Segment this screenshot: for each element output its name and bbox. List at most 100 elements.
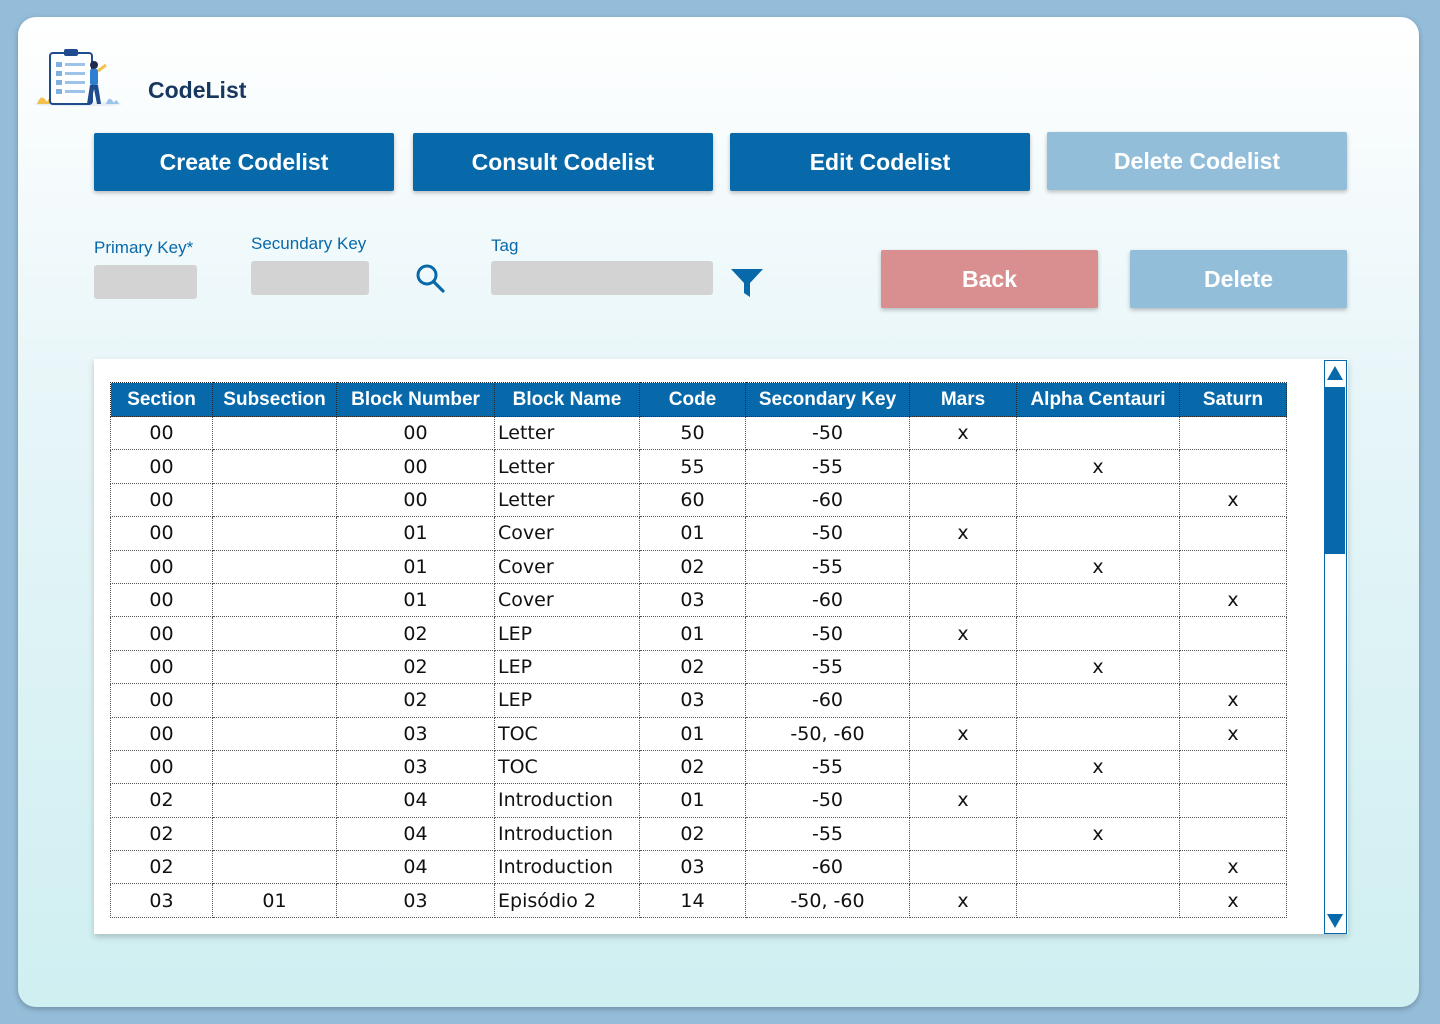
table-row[interactable]: 02 04 Introduction 02 -55 x xyxy=(110,816,1287,852)
cell-alpha-centauri xyxy=(1016,482,1180,518)
column-header-secondary-key[interactable]: Secondary Key xyxy=(745,382,910,417)
cell-alpha-centauri xyxy=(1016,883,1180,918)
column-header-block-name[interactable]: Block Name xyxy=(494,382,640,417)
column-header-mars[interactable]: Mars xyxy=(909,382,1017,417)
column-header-section[interactable]: Section xyxy=(110,382,213,417)
cell-subsection: 01 xyxy=(212,883,337,918)
table-row[interactable]: 00 01 Cover 01 -50 x xyxy=(110,516,1287,551)
cell-subsection xyxy=(212,649,337,685)
cell-mars xyxy=(909,683,1017,718)
create-codelist-button[interactable]: Create Codelist xyxy=(94,133,394,191)
delete-codelist-button[interactable]: Delete Codelist xyxy=(1047,132,1347,190)
cell-secondary-key: -55 xyxy=(745,649,910,685)
cell-subsection xyxy=(212,783,337,818)
back-button[interactable]: Back xyxy=(881,250,1098,308)
cell-alpha-centauri xyxy=(1016,783,1180,818)
cell-code: 01 xyxy=(639,716,746,751)
tag-label: Tag xyxy=(491,236,519,255)
table-body: 00 00 Letter 50 -50 x 00 00 Letter 55 -55 x 00 00 Lett… xyxy=(110,415,1287,918)
secondary-key-label: Secundary Key xyxy=(251,234,367,253)
cell-subsection xyxy=(212,449,337,484)
cell-block-number: 00 xyxy=(336,482,495,518)
cell-block-name: Letter xyxy=(494,482,640,518)
cell-mars: x xyxy=(909,415,1017,451)
cell-block-number: 00 xyxy=(336,415,495,451)
cell-mars xyxy=(909,850,1017,885)
table-row[interactable]: 00 00 Letter 55 -55 x xyxy=(110,449,1287,484)
search-icon[interactable] xyxy=(414,262,446,294)
table-header-row: Section Subsection Block Number Block Na… xyxy=(110,382,1287,417)
table-row[interactable]: 00 03 TOC 02 -55 x xyxy=(110,749,1287,785)
cell-saturn: x xyxy=(1179,683,1287,718)
cell-block-number: 02 xyxy=(336,649,495,685)
table-row[interactable]: 03 01 03 Episódio 2 14 -50, -60 x x xyxy=(110,883,1287,918)
cell-section: 00 xyxy=(110,716,213,751)
cell-block-number: 00 xyxy=(336,449,495,484)
cell-mars xyxy=(909,816,1017,852)
column-header-block-number[interactable]: Block Number xyxy=(336,382,495,417)
vertical-scrollbar[interactable] xyxy=(1324,360,1347,934)
cell-secondary-key: -50 xyxy=(745,516,910,551)
table-row[interactable]: 00 03 TOC 01 -50, -60 x x xyxy=(110,716,1287,751)
cell-secondary-key: -60 xyxy=(745,683,910,718)
cell-section: 00 xyxy=(110,749,213,785)
cell-section: 00 xyxy=(110,616,213,651)
column-header-subsection[interactable]: Subsection xyxy=(212,382,337,417)
cell-mars xyxy=(909,749,1017,785)
cell-subsection xyxy=(212,816,337,852)
cell-secondary-key: -60 xyxy=(745,482,910,518)
primary-key-input[interactable] xyxy=(94,265,197,299)
cell-saturn xyxy=(1179,415,1287,451)
cell-block-name: LEP xyxy=(494,649,640,685)
cell-block-name: Introduction xyxy=(494,783,640,818)
cell-secondary-key: -60 xyxy=(745,582,910,618)
consult-codelist-button[interactable]: Consult Codelist xyxy=(413,133,713,191)
filter-icon[interactable] xyxy=(730,267,764,299)
scroll-up-icon[interactable] xyxy=(1326,364,1344,382)
scroll-down-icon[interactable] xyxy=(1326,912,1344,930)
cell-section: 00 xyxy=(110,683,213,718)
edit-codelist-button[interactable]: Edit Codelist xyxy=(730,133,1030,191)
scroll-thumb[interactable] xyxy=(1325,387,1345,554)
cell-alpha-centauri: x xyxy=(1016,449,1180,484)
table-row[interactable]: 02 04 Introduction 03 -60 x xyxy=(110,850,1287,885)
column-header-alpha-centauri[interactable]: Alpha Centauri xyxy=(1016,382,1180,417)
table-row[interactable]: 00 02 LEP 02 -55 x xyxy=(110,649,1287,685)
clipboard-logo-icon xyxy=(34,49,122,107)
table-row[interactable]: 00 01 Cover 03 -60 x xyxy=(110,582,1287,618)
cell-saturn xyxy=(1179,816,1287,852)
column-header-code[interactable]: Code xyxy=(639,382,746,417)
column-header-saturn[interactable]: Saturn xyxy=(1179,382,1287,417)
cell-mars xyxy=(909,482,1017,518)
cell-block-name: LEP xyxy=(494,683,640,718)
cell-alpha-centauri xyxy=(1016,683,1180,718)
table-row[interactable]: 00 02 LEP 01 -50 x xyxy=(110,616,1287,651)
cell-code: 55 xyxy=(639,449,746,484)
cell-subsection xyxy=(212,683,337,718)
table-row[interactable]: 02 04 Introduction 01 -50 x xyxy=(110,783,1287,818)
cell-saturn: x xyxy=(1179,582,1287,618)
cell-block-number: 04 xyxy=(336,850,495,885)
tag-input[interactable] xyxy=(491,261,713,295)
cell-secondary-key: -55 xyxy=(745,549,910,584)
cell-section: 00 xyxy=(110,582,213,618)
cell-block-number: 01 xyxy=(336,582,495,618)
cell-secondary-key: -55 xyxy=(745,816,910,852)
cell-block-name: Letter xyxy=(494,449,640,484)
table-row[interactable]: 00 01 Cover 02 -55 x xyxy=(110,549,1287,584)
secondary-key-input[interactable] xyxy=(251,261,369,295)
table-row[interactable]: 00 00 Letter 50 -50 x xyxy=(110,415,1287,451)
cell-block-name: Cover xyxy=(494,582,640,618)
cell-saturn: x xyxy=(1179,716,1287,751)
cell-saturn xyxy=(1179,549,1287,584)
cell-alpha-centauri xyxy=(1016,415,1180,451)
delete-button[interactable]: Delete xyxy=(1130,250,1347,308)
primary-key-label: Primary Key* xyxy=(94,238,194,257)
cell-secondary-key: -50 xyxy=(745,783,910,818)
codelist-table-panel: Section Subsection Block Number Block Na… xyxy=(94,359,1348,934)
cell-code: 02 xyxy=(639,816,746,852)
table-row[interactable]: 00 02 LEP 03 -60 x xyxy=(110,683,1287,718)
cell-block-name: Introduction xyxy=(494,816,640,852)
table-row[interactable]: 00 00 Letter 60 -60 x xyxy=(110,482,1287,518)
cell-subsection xyxy=(212,549,337,584)
